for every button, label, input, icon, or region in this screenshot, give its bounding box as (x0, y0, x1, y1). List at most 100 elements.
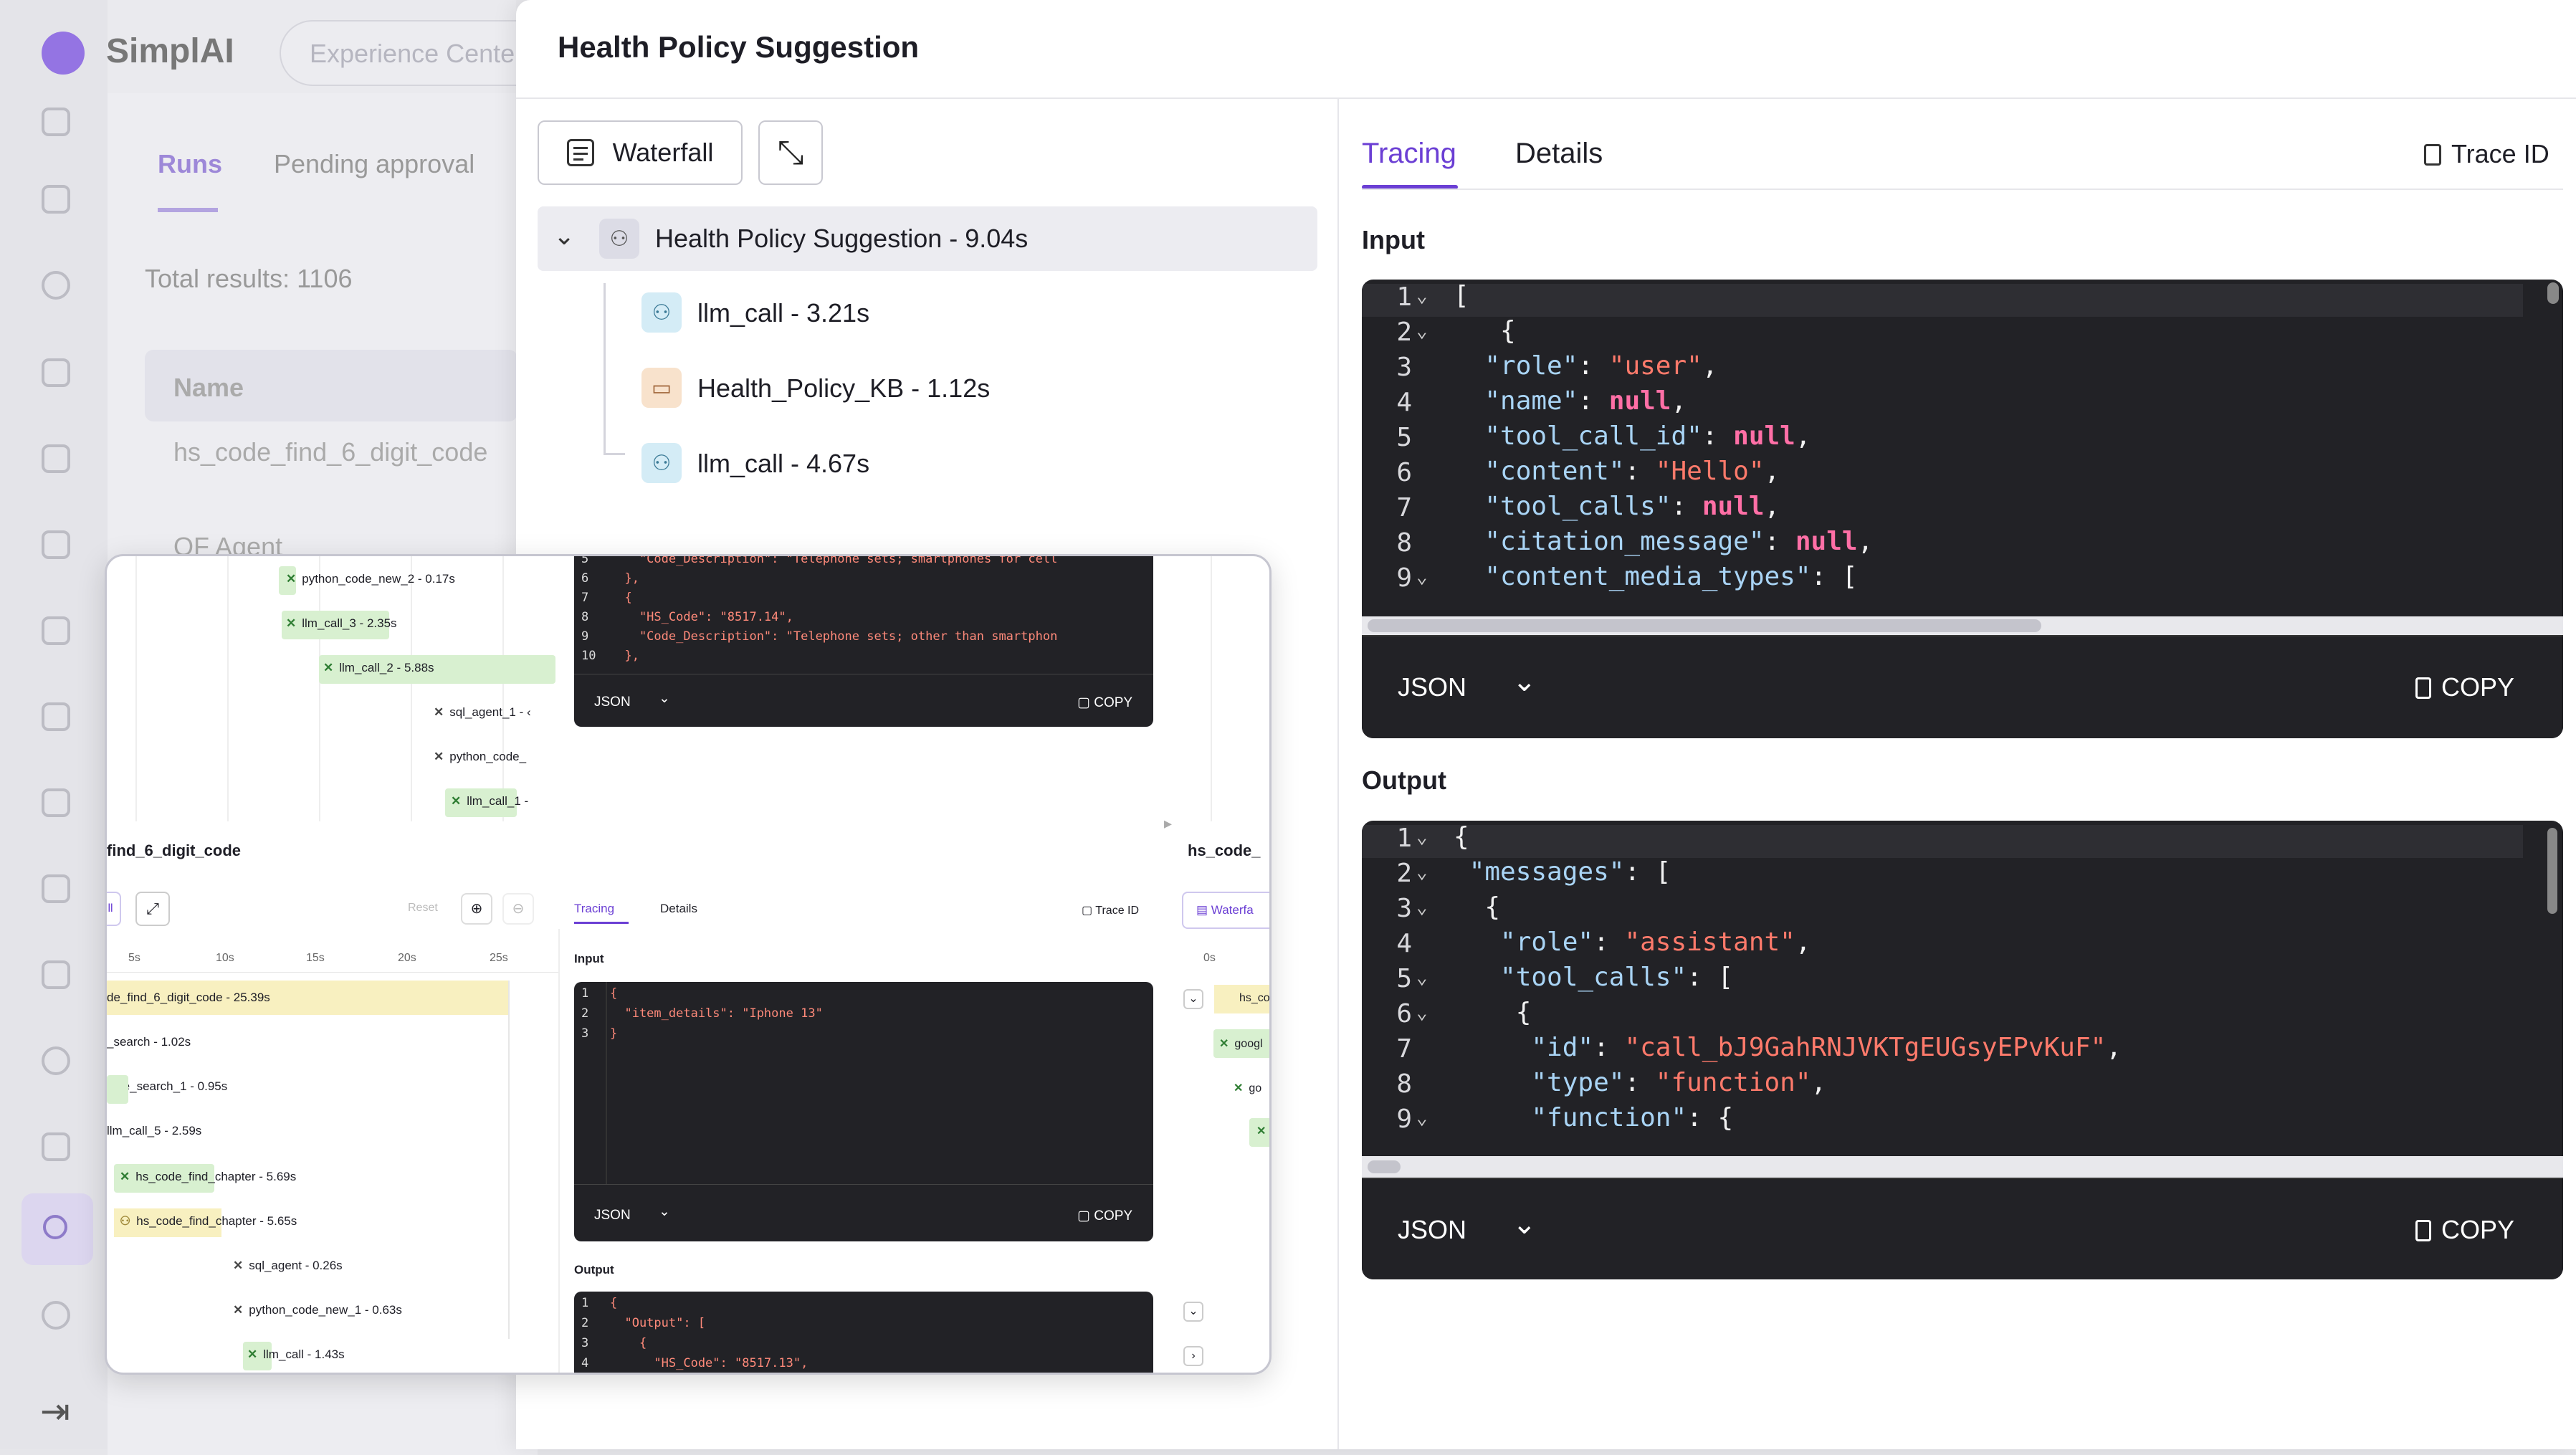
zoom-in-button[interactable]: ⊕ (461, 893, 492, 925)
tab-details[interactable]: Details (1515, 138, 1603, 170)
code-line: "function": { (1454, 1100, 1733, 1135)
code-line: }, (610, 649, 639, 663)
waterfall-item[interactable]: ✕ python_code_new_2 - 0.17s (286, 572, 455, 586)
waterfall-bar-label[interactable]: ✕ llm_call - 1.43s (247, 1347, 345, 1362)
fold-chevron-icon[interactable]: ⌄ (1416, 320, 1428, 342)
zoom-out-button[interactable]: ⊖ (502, 893, 534, 925)
waterfall-bar-label[interactable]: ✕ sql_agent - 0.26s (233, 1259, 343, 1273)
tab-pending-approval[interactable]: Pending approval (274, 149, 474, 179)
format-select[interactable]: JSON (594, 1208, 631, 1223)
expand-arrow-icon[interactable]: ▸ (1164, 814, 1172, 833)
waterfall-button[interactable]: ▤ Waterfa (1182, 892, 1269, 929)
collapse-button[interactable]: ⤡ (758, 120, 823, 185)
tree-child-row[interactable]: ⚇ llm_call - 3.21s (641, 290, 1287, 337)
chevron-down-icon[interactable]: ⌄ (553, 221, 575, 251)
code-key: "name" (1484, 386, 1578, 416)
chevron-down-icon[interactable]: ⌄ (1512, 665, 1537, 698)
apps-icon[interactable] (42, 444, 70, 473)
group-icon[interactable] (42, 874, 70, 903)
dashboard-icon[interactable] (42, 1301, 70, 1330)
copy-button[interactable]: COPY (2415, 1215, 2514, 1245)
fold-chevron-icon[interactable]: ⌄ (1416, 897, 1428, 918)
waterfall-bar[interactable] (107, 1075, 128, 1104)
database-icon[interactable] (42, 1046, 70, 1075)
tab-tracing[interactable]: Tracing (1362, 138, 1456, 170)
copy-button[interactable]: COPY (2415, 672, 2514, 702)
fold-chevron-icon[interactable]: ⌄ (1416, 285, 1428, 307)
waterfall-bar-label[interactable]: llm_call_5 - 2.59s (107, 1124, 201, 1138)
waterfall-bar-label[interactable]: ✕ googl (1219, 1036, 1263, 1051)
fold-chevron-icon[interactable]: ⌄ (1416, 1107, 1428, 1129)
line-number: 2 (581, 1006, 589, 1021)
tools-icon[interactable] (42, 960, 70, 989)
folder-icon[interactable] (42, 1132, 70, 1161)
waterfall-bar-label[interactable]: _search - 1.02s (107, 1035, 191, 1049)
sidebar-active-item[interactable] (22, 1193, 93, 1265)
horizontal-scrollbar[interactable] (1368, 1160, 1401, 1173)
waterfall-bar-label[interactable]: ✕ go (1234, 1081, 1261, 1095)
tab-details[interactable]: Details (660, 902, 697, 916)
code-line: "citation_message": null, (1454, 524, 1873, 559)
code-colon: : (1687, 963, 1718, 992)
line-number: 5 (581, 556, 589, 566)
waterfall-item[interactable]: ✕ sql_agent_1 - ‹ (434, 705, 531, 720)
close-icon: ✕ (233, 1259, 244, 1272)
reset-button[interactable]: Reset (408, 902, 438, 915)
tree-root-label: Health Policy Suggestion - 9.04s (655, 224, 1029, 253)
tab-runs[interactable]: Runs (158, 149, 222, 179)
chevron-down-icon[interactable]: ⌄ (1183, 1302, 1203, 1322)
chart-icon[interactable] (42, 616, 70, 645)
waterfall-bar-label[interactable]: ⚇ hs_code_find_chapter - 5.65s (120, 1214, 297, 1229)
layers-icon[interactable] (42, 702, 70, 731)
agent-icon[interactable] (42, 530, 70, 559)
waterfall-item[interactable]: ✕ python_code_ (434, 750, 526, 764)
fold-chevron-icon[interactable]: ⌄ (1416, 862, 1428, 883)
code-key: "function" (1531, 1103, 1687, 1132)
waterfall-bar-label[interactable]: ✕ hs_code_find_chapter - 5.69s (120, 1170, 296, 1184)
horizontal-scrollbar[interactable] (1368, 619, 2041, 632)
waterfall-bar-label[interactable]: hs_co (1239, 992, 1269, 1005)
vertical-scrollbar[interactable] (2547, 282, 2559, 304)
chevron-down-icon[interactable]: ⌄ (1183, 989, 1203, 1009)
trace-id-button[interactable]: Trace ID (2424, 139, 2549, 169)
collapse-sidebar-icon[interactable]: ⇥ (40, 1390, 70, 1432)
fold-chevron-icon[interactable]: ⌄ (1416, 826, 1428, 848)
fold-chevron-icon[interactable]: ⌄ (1416, 967, 1428, 988)
trace-id-button[interactable]: ▢ Trace ID (1082, 903, 1139, 917)
globe-icon[interactable] (42, 271, 70, 300)
chevron-down-icon[interactable]: ⌄ (659, 1203, 670, 1220)
waterfall-button[interactable]: Waterfall (538, 120, 743, 185)
code-text: [ (1454, 281, 1469, 310)
format-select[interactable]: JSON (594, 695, 631, 710)
fold-chevron-icon[interactable]: ⌄ (1416, 1002, 1428, 1024)
format-select[interactable]: JSON (1398, 1215, 1466, 1245)
fold-chevron-icon[interactable]: ⌄ (1416, 566, 1428, 588)
flow-icon[interactable] (42, 788, 70, 817)
tree-child-row[interactable]: ⚇ llm_call - 4.67s (641, 440, 1287, 487)
code-line: "item_details": "Iphone 13" (610, 1006, 823, 1021)
tab-tracing[interactable]: Tracing (574, 902, 614, 916)
preview-screenshot-overlay: ✕ python_code_new_2 - 0.17s ✕ llm_call_3 -… (105, 554, 1272, 1375)
chevron-down-icon[interactable]: ⌄ (1512, 1208, 1537, 1241)
output-code-block: 1 ⌄{2 ⌄ "messages": [3 ⌄ {4 "role": "assist… (1362, 821, 2563, 1279)
code-line: "Code_Description": "Telephone sets; oth… (610, 629, 1058, 644)
waterfall-item[interactable]: ✕ llm_call_2 - 5.88s (323, 661, 434, 675)
table-row[interactable]: hs_code_find_6_digit_code (173, 437, 487, 467)
copy-button[interactable]: ▢ COPY (1077, 1208, 1132, 1224)
vertical-scrollbar[interactable] (2547, 828, 2557, 914)
tree-child-row[interactable]: ▭ Health_Policy_KB - 1.12s (641, 365, 1287, 412)
tree-root-row[interactable]: ⌄ ⚇ Health Policy Suggestion - 9.04s (538, 206, 1317, 271)
chat-icon[interactable] (42, 185, 70, 214)
sidebar-nav-icon[interactable] (42, 108, 70, 136)
copy-button[interactable]: ▢ COPY (1077, 695, 1132, 711)
waterfall-bar-label[interactable]: ✕ python_code_new_1 - 0.63s (233, 1303, 402, 1317)
expand-button[interactable]: ⤢ (135, 892, 170, 926)
format-select[interactable]: JSON (1398, 672, 1466, 702)
chevron-down-icon[interactable]: ⌄ (659, 690, 670, 707)
chevron-right-icon[interactable]: › (1183, 1346, 1203, 1366)
waterfall-item[interactable]: ✕ llm_call_1 - (451, 794, 528, 808)
waterfall-item[interactable]: ✕ llm_call_3 - 2.35s (286, 616, 397, 631)
bot-icon[interactable] (42, 358, 70, 387)
waterfall-button[interactable]: ll (107, 892, 121, 926)
code-line: "Code_Description": "Telephone sets; sma… (610, 556, 1058, 566)
